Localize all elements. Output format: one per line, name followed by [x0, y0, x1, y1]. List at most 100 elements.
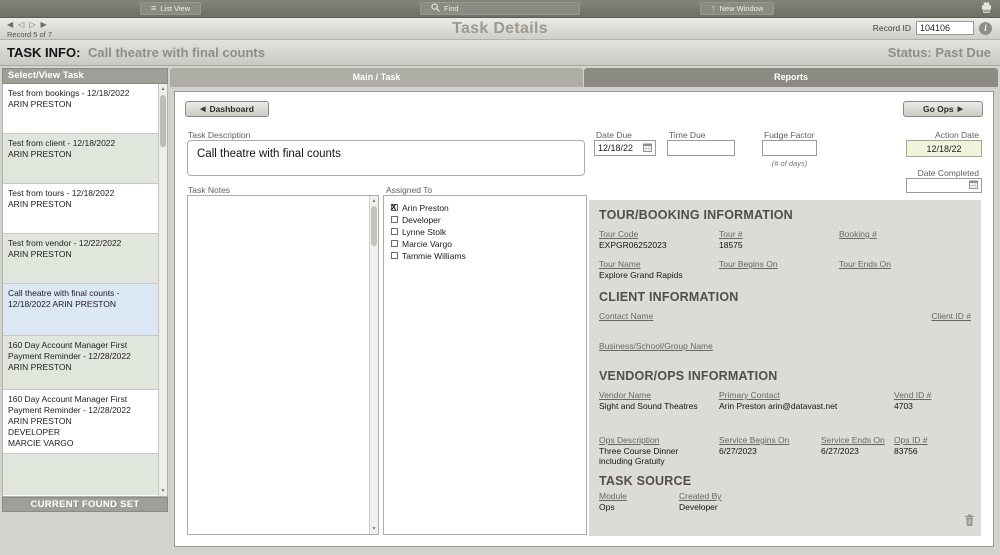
task-info-value: Call theatre with final counts [88, 45, 265, 60]
created-by-value: Developer [679, 502, 718, 512]
service-begins-label[interactable]: Service Begins On [719, 435, 821, 445]
ops-description-label[interactable]: Ops Description [599, 435, 719, 445]
task-info-bar: TASK INFO: Call theatre with final count… [0, 40, 1000, 66]
find-label: Find [444, 4, 459, 13]
date-completed-label: Date Completed [917, 168, 979, 178]
search-icon [431, 3, 440, 14]
scrollbar-thumb[interactable] [160, 95, 166, 147]
tour-code-label[interactable]: Tour Code [599, 229, 719, 239]
chevron-left-icon: ◀ [200, 106, 206, 113]
sidebar: Select/View Task Test from bookings - 12… [2, 68, 168, 512]
module-label[interactable]: Module [599, 491, 679, 501]
assignee-option[interactable]: Developer [391, 214, 579, 225]
tab-main-task[interactable]: Main / Task [170, 68, 583, 87]
assignee-option[interactable]: Arin Preston [391, 202, 579, 213]
find-button[interactable]: Find [420, 2, 580, 15]
scroll-up-icon[interactable]: ▲ [159, 86, 167, 92]
created-by-label[interactable]: Created By [679, 491, 971, 501]
sidebar-header: Select/View Task [2, 68, 168, 84]
vendor-name-label[interactable]: Vendor Name [599, 390, 719, 400]
action-date-field[interactable]: 12/18/22 [906, 140, 982, 157]
client-id-label[interactable]: Client ID # [931, 311, 971, 321]
task-list-scrollbar[interactable]: ▲ ▼ [158, 84, 167, 496]
date-due-label: Date Due [596, 130, 632, 140]
info-panel: TOUR/BOOKING INFORMATION Tour Code Tour … [589, 200, 981, 536]
service-ends-label[interactable]: Service Ends On [821, 435, 894, 445]
trash-icon [964, 513, 975, 530]
service-begins-value: 6/27/2023 [719, 446, 757, 456]
assignee-name: Developer [402, 214, 441, 225]
delete-task-button[interactable] [964, 513, 975, 531]
assigned-to-list: Arin Preston Developer Lynne Stolk Marci… [383, 195, 587, 535]
task-list: Test from bookings - 12/18/2022 ARIN PRE… [2, 84, 168, 497]
task-source-heading: TASK SOURCE [599, 474, 692, 488]
current-found-set-button[interactable]: CURRENT FOUND SET [2, 497, 168, 512]
task-list-item[interactable]: Test from tours - 12/18/2022 ARIN PRESTO… [3, 184, 167, 234]
checkbox-icon[interactable] [391, 252, 398, 259]
time-due-field[interactable] [667, 140, 735, 156]
task-notes-field[interactable]: ▲ ▼ [187, 195, 379, 535]
tour-ends-label[interactable]: Tour Ends On [839, 259, 971, 269]
task-list-item[interactable]: 160 Day Account Manager First Payment Re… [3, 390, 167, 454]
task-list-item[interactable]: 160 Day Account Manager First Payment Re… [3, 336, 167, 390]
checkbox-icon[interactable] [391, 216, 398, 223]
assigned-to-label: Assigned To [386, 185, 433, 195]
fudge-factor-label: Fudge Factor [764, 130, 815, 140]
task-description-field[interactable]: Call theatre with final counts [187, 140, 585, 176]
checkbox-icon[interactable] [391, 228, 398, 235]
app-window: ≡ List View Find ↑ New Window ◀ ◁ ▷ ▶ Re… [0, 0, 1000, 555]
record-id-field[interactable]: 104106 [916, 21, 974, 35]
task-list-item[interactable]: Test from vendor - 12/22/2022 ARIN PREST… [3, 234, 167, 284]
checkbox-icon[interactable] [391, 240, 398, 247]
ops-id-label[interactable]: Ops ID # [894, 435, 971, 445]
assignee-option[interactable]: Lynne Stolk [391, 226, 579, 237]
task-info-label: TASK INFO: [7, 45, 81, 60]
task-list-item[interactable]: Test from client - 12/18/2022 ARIN PREST… [3, 134, 167, 184]
fudge-factor-field[interactable] [762, 140, 817, 156]
assignee-name: Arin Preston [402, 202, 449, 213]
scroll-down-icon[interactable]: ▼ [159, 488, 167, 494]
calendar-icon[interactable] [969, 180, 978, 191]
tab-reports[interactable]: Reports [584, 68, 998, 87]
assignee-option[interactable]: Tammie Williams [391, 250, 579, 261]
primary-contact-label[interactable]: Primary Contact [719, 390, 821, 400]
contact-name-label[interactable]: Contact Name [599, 311, 931, 321]
vendor-ops-heading: VENDOR/OPS INFORMATION [599, 369, 778, 383]
vend-id-label[interactable]: Vend ID # [894, 390, 971, 400]
tour-begins-label[interactable]: Tour Begins On [719, 259, 839, 269]
calendar-icon[interactable] [643, 143, 652, 154]
list-view-label: List View [160, 4, 191, 13]
print-button[interactable] [977, 0, 995, 18]
task-list-item[interactable]: Test from bookings - 12/18/2022 ARIN PRE… [3, 84, 167, 134]
go-ops-label: Go Ops [922, 104, 954, 114]
new-window-button[interactable]: ↑ New Window [700, 2, 775, 15]
tour-number-label[interactable]: Tour # [719, 229, 839, 239]
go-ops-button[interactable]: Go Ops ▶ [903, 101, 983, 117]
printer-icon [981, 0, 992, 18]
task-notes-scrollbar[interactable]: ▲ ▼ [369, 196, 378, 534]
tour-name-label[interactable]: Tour Name [599, 259, 719, 269]
record-id-group: Record ID 104106 i [873, 21, 992, 35]
dashboard-button[interactable]: ◀ Dashboard [185, 101, 269, 117]
vend-id-value: 4703 [894, 401, 913, 411]
booking-number-value [839, 240, 971, 250]
assignee-name: Marcie Vargo [402, 238, 452, 249]
date-completed-field[interactable] [906, 178, 982, 193]
booking-number-label[interactable]: Booking # [839, 229, 971, 239]
business-school-group-label[interactable]: Business/School/Group Name [599, 341, 713, 351]
list-view-button[interactable]: ≡ List View [140, 2, 202, 15]
scroll-down-icon[interactable]: ▼ [370, 526, 378, 532]
date-due-field[interactable]: 12/18/22 [594, 140, 656, 156]
task-list-item-selected[interactable]: Call theatre with final counts - 12/18/2… [3, 284, 167, 336]
tour-number-value: 18575 [719, 240, 743, 250]
scrollbar-thumb[interactable] [371, 206, 377, 246]
time-due-label: Time Due [669, 130, 706, 140]
tour-code-value: EXPGR06252023 [599, 240, 667, 250]
scroll-up-icon[interactable]: ▲ [370, 198, 378, 204]
checkbox-checked-icon[interactable] [391, 203, 398, 212]
assignee-option[interactable]: Marcie Vargo [391, 238, 579, 249]
list-icon: ≡ [151, 3, 157, 13]
tour-ends-value [839, 270, 971, 280]
info-icon[interactable]: i [979, 21, 992, 35]
vendor-name-value: Sight and Sound Theatres [599, 401, 698, 411]
